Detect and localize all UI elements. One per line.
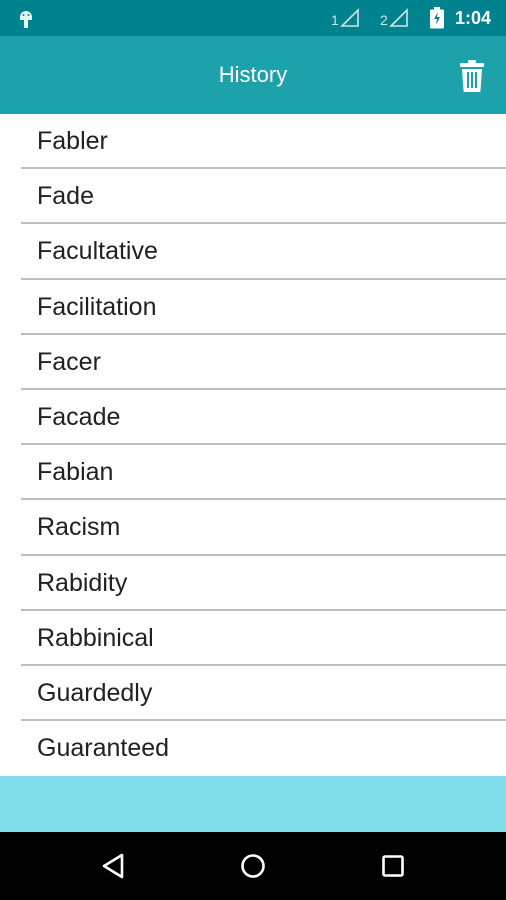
list-item-label: Fabler [37,127,108,155]
list-item[interactable]: Rabidity [21,556,506,611]
app-bar: History [0,36,506,114]
list-item-label: Guardedly [37,678,153,707]
list-item-label: Fabian [37,458,114,487]
navigation-bar [0,832,506,900]
list-item-label: Fade [37,182,94,211]
footer-band [0,776,506,832]
list-item-label: Racism [37,513,121,542]
page-title: History [218,62,288,87]
signal-icon [388,8,408,27]
sim1-signal: 1 [331,8,360,28]
list-item[interactable]: Facultative [21,224,506,280]
list-item-label: Facade [37,402,121,431]
list-item[interactable]: Fade [21,169,506,225]
list-item[interactable]: Fabian [21,445,506,501]
list-item[interactable]: Facade [21,390,506,446]
list-item[interactable]: Facilitation [21,280,506,335]
status-bar: 1 2 1:04 [0,0,506,36]
android-icon [20,11,32,28]
list-item[interactable]: Facer [21,335,506,390]
list-item-label: Facultative [37,237,158,266]
list-item[interactable]: Fabler [21,114,506,170]
list-item[interactable]: Guardedly [21,666,506,722]
list-item-label: Facilitation [37,292,157,321]
list-item-label: Guaranteed [37,734,170,763]
sim1-label: 1 [331,12,339,28]
list-item[interactable]: Racism [21,500,506,556]
signal-icon [339,8,359,27]
battery-charging-icon [430,7,444,29]
back-button[interactable] [96,850,130,882]
list-item-label: Rabbinical [37,623,154,652]
list-item-label: Facer [37,347,101,376]
list-item-label: Rabidity [37,568,128,597]
trash-icon [460,60,484,92]
recents-button[interactable] [376,850,410,882]
sim2-label: 2 [380,12,388,28]
sim2-signal: 2 [380,8,409,28]
home-button[interactable] [236,850,270,882]
status-clock: 1:04 [455,8,492,28]
delete-history-button[interactable] [456,58,488,94]
home-icon [241,854,265,878]
list-item[interactable]: Rabbinical [21,611,506,666]
list-item[interactable]: Guaranteed [21,721,506,776]
history-list: Fabler Fade Facultative Facilitation Fac… [0,114,506,776]
recents-icon [382,855,404,877]
back-icon [102,853,124,879]
